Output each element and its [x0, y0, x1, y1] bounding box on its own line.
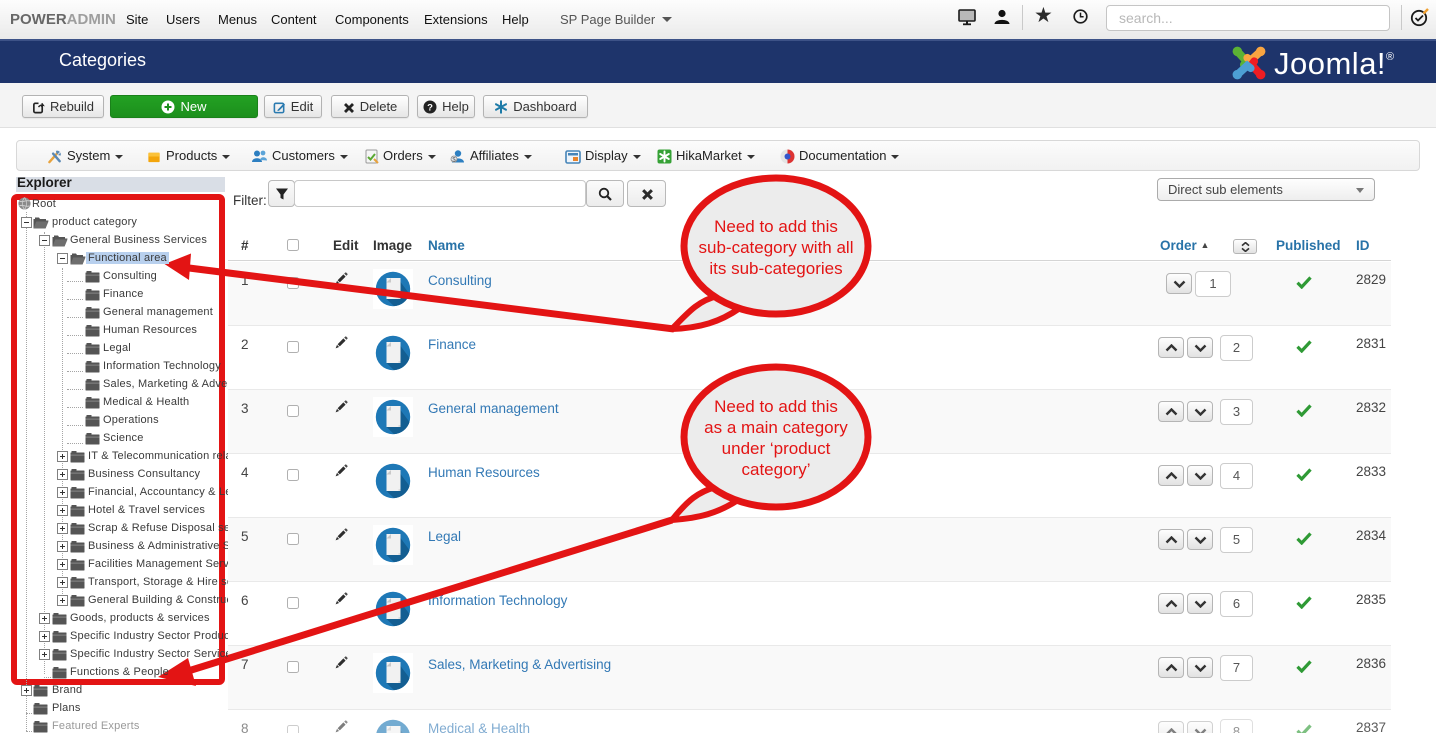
svg-text:?: ?: [427, 102, 433, 113]
